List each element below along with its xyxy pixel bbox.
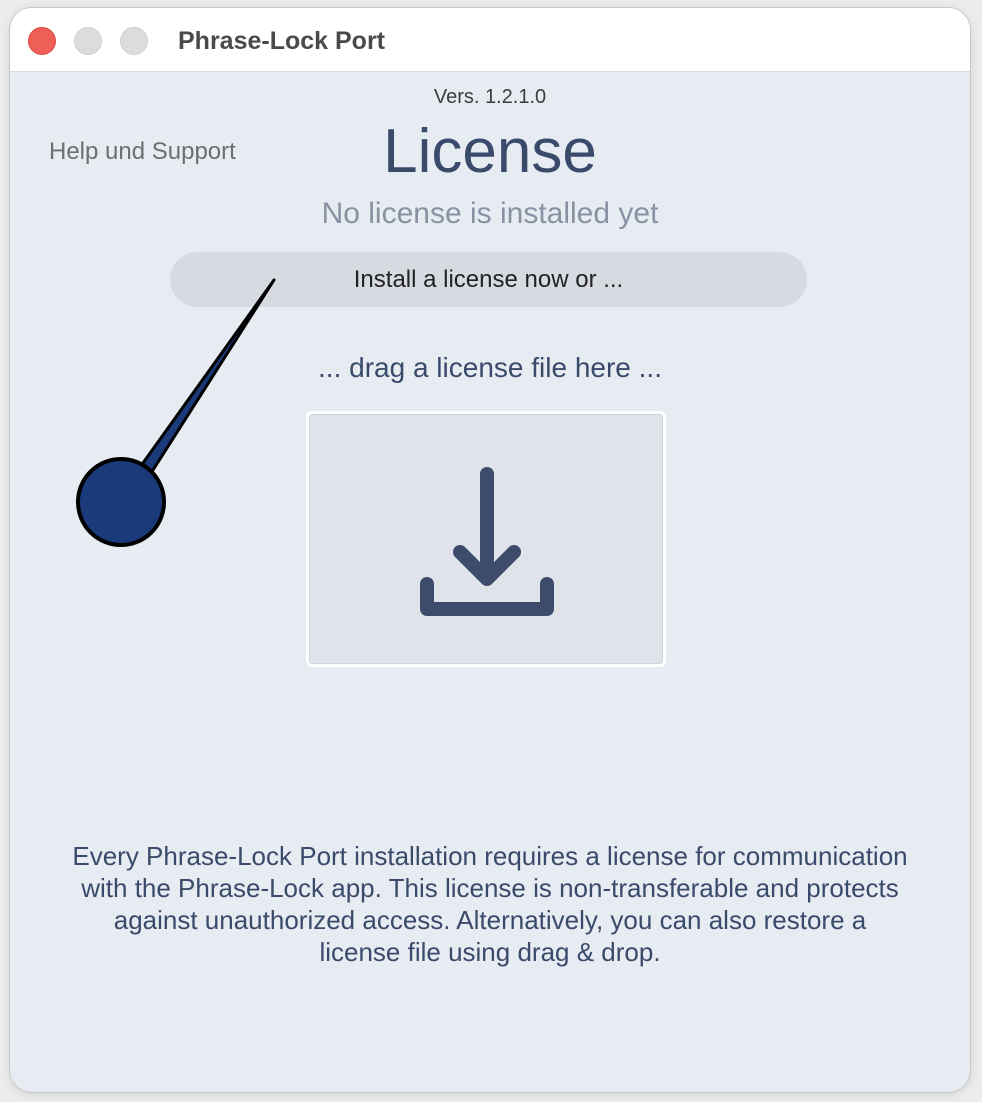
version-label: Vers. 1.2.1.0 [433,86,547,108]
zoom-window-button[interactable] [120,27,148,55]
install-license-button[interactable]: Install a license now or ... [170,252,807,307]
app-window: Phrase-Lock Port Vers. 1.2.1.0 Help und … [10,8,970,1092]
close-window-button[interactable] [28,27,56,55]
license-status: No license is installed yet [321,197,659,230]
minimize-window-button[interactable] [74,27,102,55]
drag-hint-label: ... drag a license file here ... [318,352,662,383]
download-icon [420,467,554,616]
license-description: Every Phrase-Lock Port installation requ… [72,841,908,967]
title-bar[interactable]: Phrase-Lock Port [10,8,970,72]
page-title: License [383,117,597,186]
window-title: Phrase-Lock Port [178,27,386,55]
license-drop-zone[interactable] [306,411,666,667]
